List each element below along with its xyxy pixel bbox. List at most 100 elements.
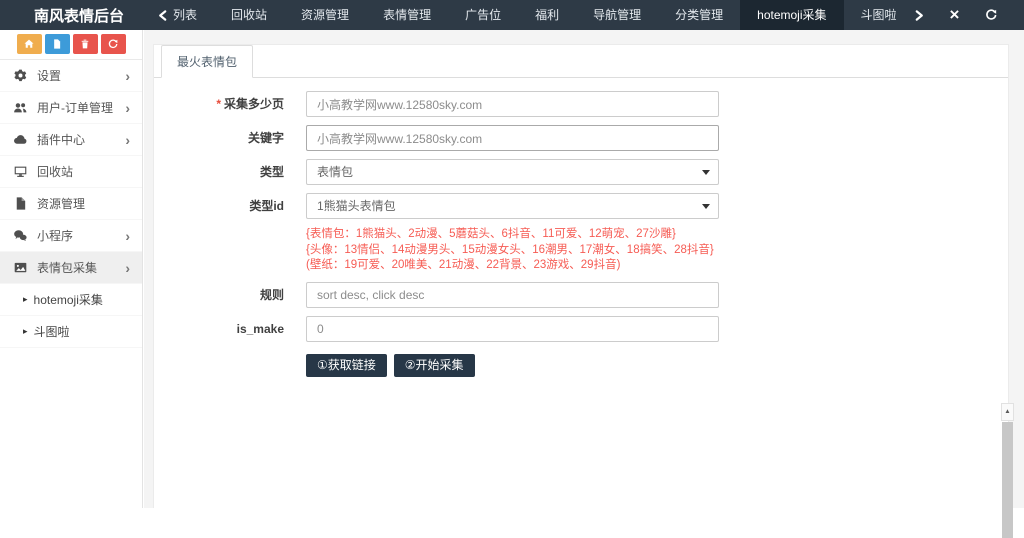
form-row-type-id: 类型id 1熊猫头表情包 (154, 193, 1008, 219)
nav-item-ads[interactable]: 广告位 (448, 0, 518, 30)
field-label: 类型id (249, 199, 284, 213)
triangle-right-icon: ▸ (23, 294, 28, 304)
main-content: 最火表情包 *采集多少页 关键字 类型 表情包 类型i (144, 30, 1024, 538)
sidebar-item-miniprogram[interactable]: 小程序 › (0, 220, 142, 252)
cloud-icon (12, 132, 29, 147)
chevron-right-icon: › (125, 99, 130, 116)
triangle-right-icon: ▸ (23, 326, 28, 336)
required-mark: * (216, 97, 221, 111)
trash-button[interactable] (72, 34, 98, 54)
field-label: * 采集多少页 (216, 97, 284, 111)
chevron-right-icon: › (125, 227, 130, 244)
get-links-button[interactable]: ①获取链接 (306, 353, 387, 377)
rule-input[interactable] (306, 281, 719, 308)
arrow-up-icon: ▲ (1004, 408, 1011, 415)
is-make-input[interactable] (306, 315, 719, 342)
sidebar-subitem-hotemoji[interactable]: ▸ hotemoji采集 (0, 284, 142, 316)
nav-item-label: 列表 (173, 8, 198, 22)
form-row-is-make: is_make (154, 315, 1008, 342)
collect-form: *采集多少页 关键字 类型 表情包 类型id 1熊猫头表情包 (154, 78, 1008, 377)
sidebar-item-label: 插件中心 (37, 133, 86, 147)
sidebar-item-user-orders[interactable]: 用户-订单管理 › (0, 92, 142, 124)
nav-item-doutula[interactable]: 斗图啦 (844, 0, 914, 30)
form-actions: ①获取链接 ②开始采集 (306, 353, 1008, 377)
chevron-right-icon: › (125, 259, 130, 276)
form-row-keyword: 关键字 (154, 125, 1008, 151)
chat-icon (12, 228, 29, 243)
clear-cache-icon (108, 39, 118, 49)
nav-item-list[interactable]: 列表 (140, 0, 214, 30)
home-button[interactable] (16, 34, 42, 54)
image-icon (12, 260, 29, 275)
field-label: 类型 (259, 165, 284, 179)
field-label: is_make (236, 321, 284, 336)
nav-item-navigation[interactable]: 导航管理 (576, 0, 658, 30)
scroll-up-button[interactable]: ▲ (1001, 403, 1014, 421)
sidebar-subitem-label: 斗图啦 (33, 325, 70, 339)
type-id-hints: {表情包：1熊猫头、2动漫、5蘑菇头、6抖音、11可爱、12萌宠、27沙雕} {… (306, 227, 1008, 274)
type-id-select[interactable]: 1熊猫头表情包 (306, 193, 719, 219)
file-button[interactable] (44, 34, 70, 54)
chevron-right-icon: › (125, 67, 130, 84)
refresh-icon[interactable] (984, 8, 998, 22)
sidebar-quick-buttons (0, 30, 142, 60)
home-icon (24, 39, 34, 48)
sidebar-item-label: 回收站 (37, 165, 74, 179)
page-count-input[interactable] (306, 91, 719, 117)
hint-line: {头像：13情侣、14动漫男头、15动漫女头、16潮男、17潮女、18搞笑、28… (306, 243, 714, 256)
field-label: 规则 (259, 287, 284, 302)
brand-title: 南风表情后台 (34, 7, 125, 25)
sidebar-item-label: 用户-订单管理 (37, 101, 113, 115)
vertical-scrollbar[interactable]: ▲ (1001, 403, 1014, 538)
trash-icon (81, 39, 89, 49)
users-icon (12, 100, 29, 115)
sidebar-item-settings[interactable]: 设置 › (0, 60, 142, 92)
sidebar-item-emoji-collect[interactable]: 表情包采集 › (0, 252, 142, 284)
nav-item-recycle[interactable]: 回收站 (214, 0, 284, 30)
sidebar-item-label: 小程序 (37, 229, 74, 243)
keyword-input[interactable] (306, 125, 719, 151)
type-select-value: 表情包 (317, 165, 354, 179)
navbar-menu: 列表 回收站 资源管理 表情管理 广告位 福利 导航管理 分类管理 hotemo… (140, 0, 914, 30)
sidebar-item-label: 资源管理 (37, 197, 86, 211)
chevron-left-icon (157, 9, 168, 22)
sidebar: 设置 › 用户-订单管理 › 插件中心 › 回收站 资源管理 小程序 › 表情包… (0, 30, 143, 508)
sidebar-item-plugins[interactable]: 插件中心 › (0, 124, 142, 156)
nav-item-welfare[interactable]: 福利 (518, 0, 576, 30)
sidebar-subitem-label: hotemoji采集 (33, 293, 103, 307)
monitor-icon (12, 164, 29, 179)
chevron-right-icon: › (125, 131, 130, 148)
start-collect-button[interactable]: ②开始采集 (393, 353, 475, 377)
type-select[interactable]: 表情包 (306, 159, 719, 185)
form-row-rule: 规则 (154, 281, 1008, 308)
form-row-page-count: * 采集多少页 (154, 91, 1008, 117)
close-icon[interactable]: × (950, 6, 960, 23)
sidebar-subitem-doutula[interactable]: ▸ 斗图啦 (0, 316, 142, 348)
nav-item-resources[interactable]: 资源管理 (284, 0, 366, 30)
gear-icon (12, 68, 29, 83)
chevron-right-icon[interactable] (914, 9, 925, 22)
file-icon (54, 39, 61, 49)
nav-item-hotemoji[interactable]: hotemoji采集 (740, 0, 844, 30)
document-icon (12, 196, 29, 211)
content-card: 最火表情包 *采集多少页 关键字 类型 表情包 类型i (153, 44, 1009, 508)
sidebar-item-resources[interactable]: 资源管理 (0, 188, 142, 220)
form-row-type: 类型 表情包 (154, 159, 1008, 185)
type-id-select-value: 1熊猫头表情包 (317, 199, 396, 213)
nav-item-emoji-manage[interactable]: 表情管理 (366, 0, 448, 30)
tab-hottest-emoji[interactable]: 最火表情包 (161, 45, 254, 78)
field-label: 关键字 (247, 131, 284, 145)
top-navbar: 南风表情后台 列表 回收站 资源管理 表情管理 广告位 福利 导航管理 分类管理… (0, 0, 1024, 30)
hint-line: (壁纸：19可爱、20唯美、21动漫、22背景、23游戏、29抖音) (306, 259, 621, 271)
chevron-down-icon (702, 170, 710, 175)
chevron-down-icon (702, 204, 710, 209)
sidebar-item-label: 表情包采集 (37, 261, 98, 275)
scrollbar-thumb[interactable] (1002, 422, 1013, 538)
clear-cache-button[interactable] (100, 34, 126, 54)
sidebar-item-recycle[interactable]: 回收站 (0, 156, 142, 188)
tab-bar: 最火表情包 (154, 45, 1008, 78)
hint-line: {表情包：1熊猫头、2动漫、5蘑菇头、6抖音、11可爱、12萌宠、27沙雕} (306, 228, 676, 240)
nav-item-category[interactable]: 分类管理 (658, 0, 740, 30)
navbar-actions: × 欢迎, admin (914, 0, 1024, 31)
sidebar-item-label: 设置 (37, 69, 62, 83)
